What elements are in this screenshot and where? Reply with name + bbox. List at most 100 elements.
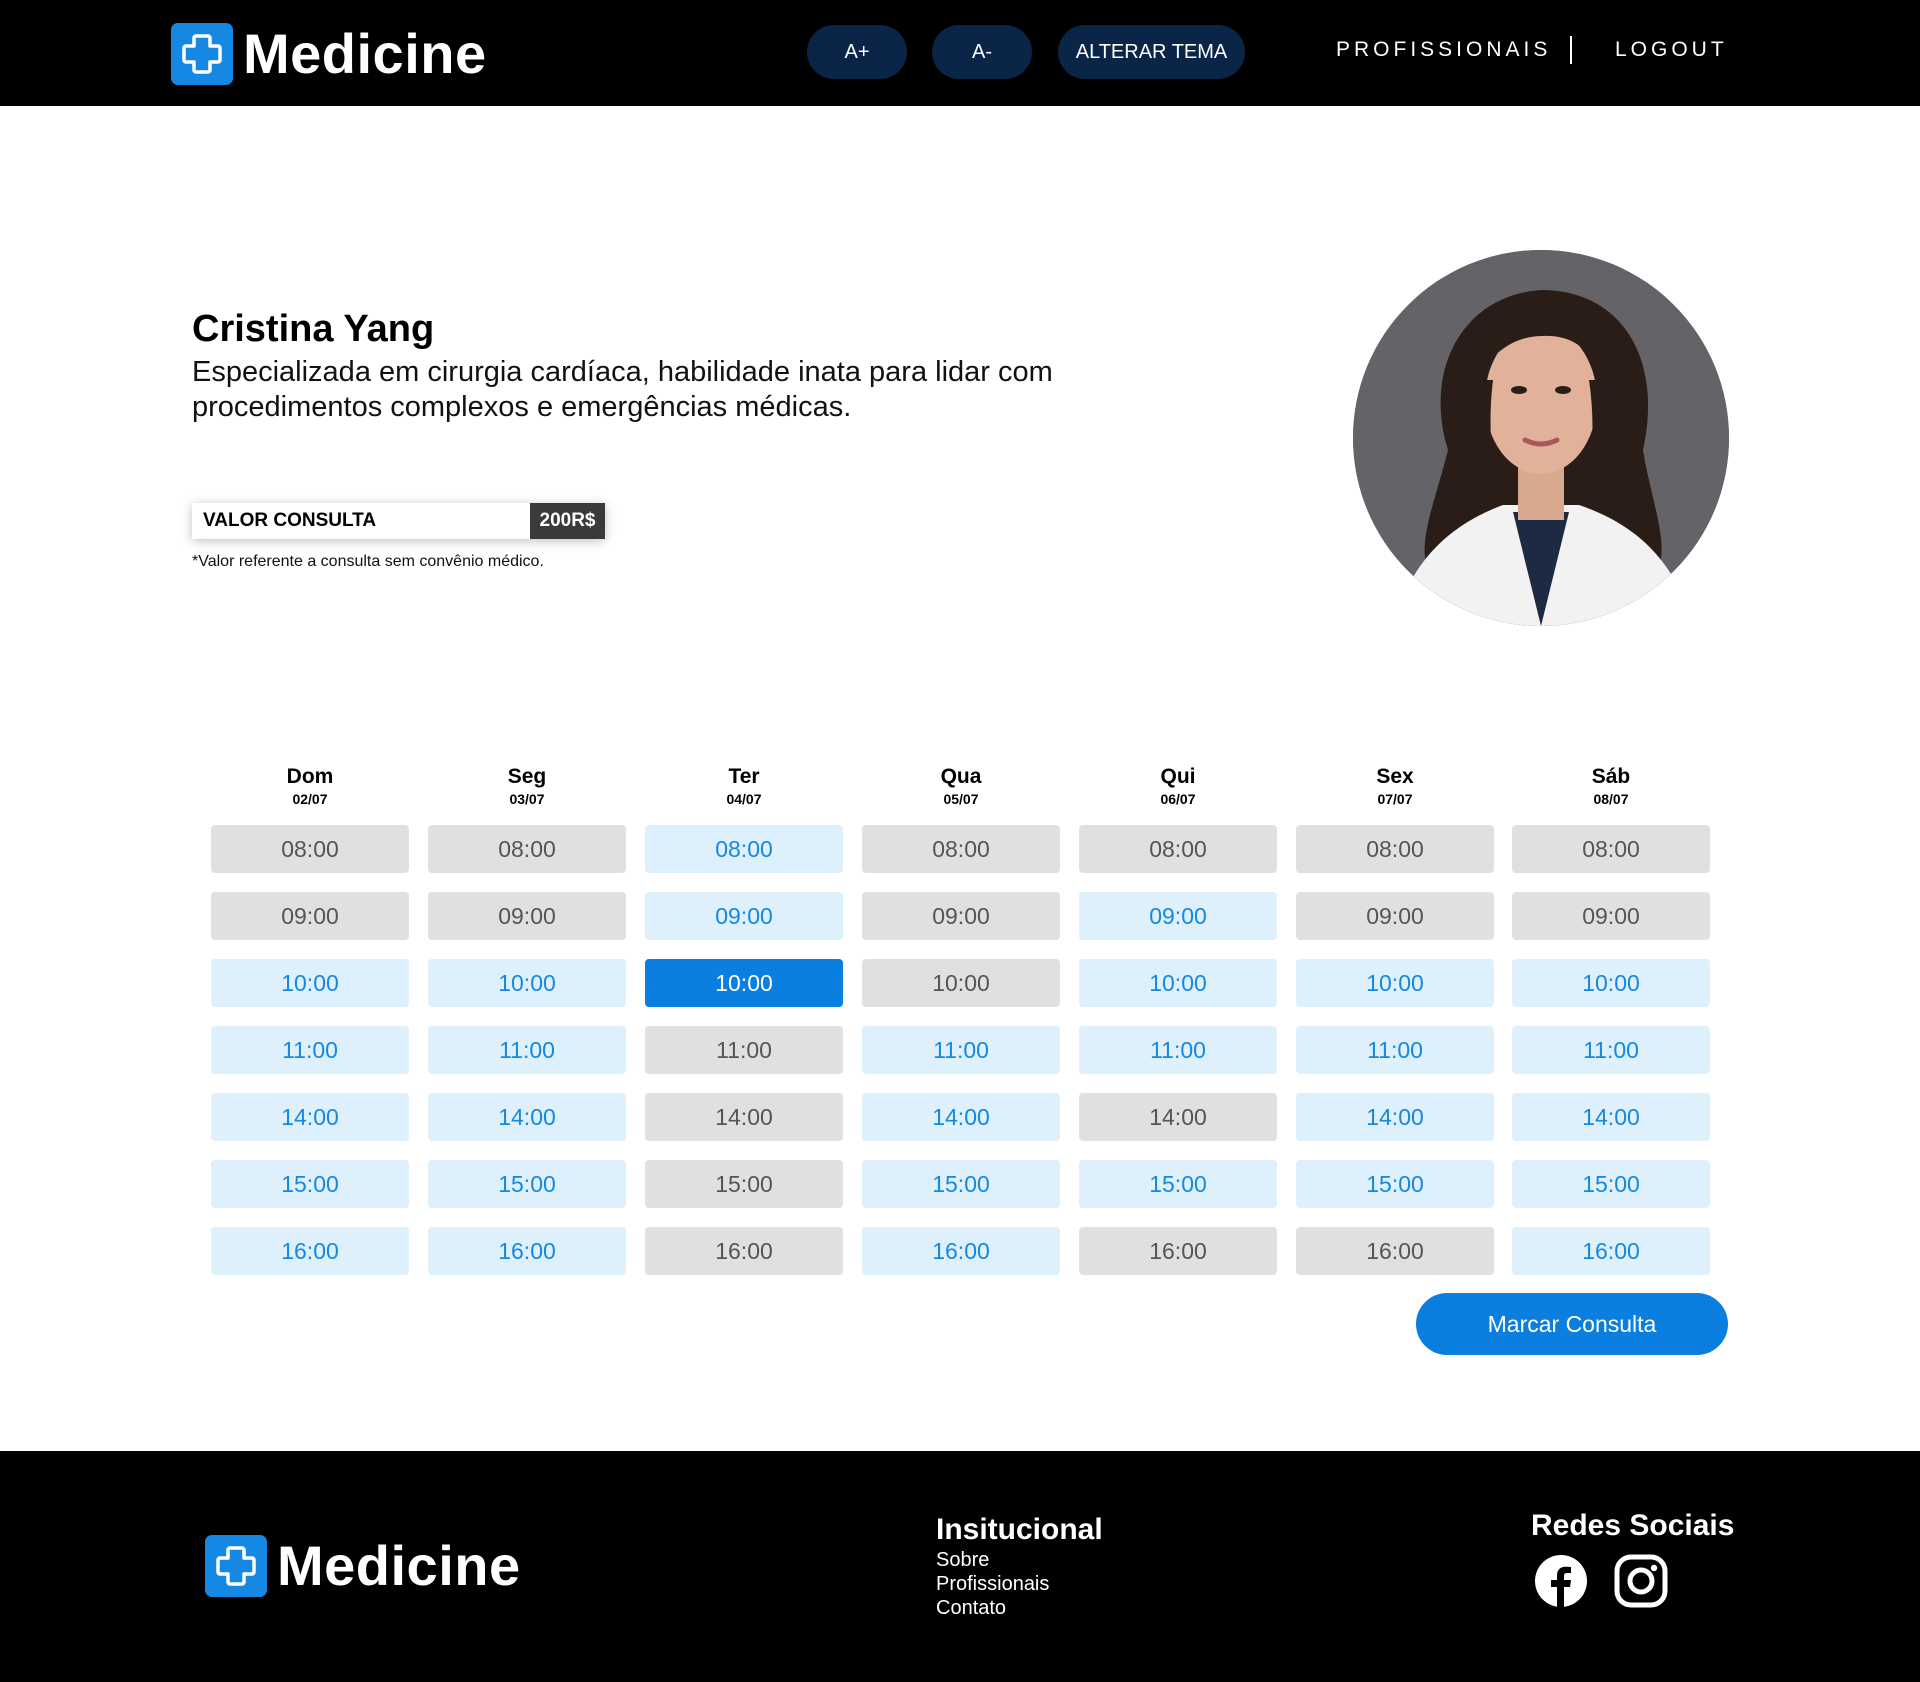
time-slot-free[interactable]: 10:00 [1512,959,1710,1007]
time-slot-free[interactable]: 11:00 [211,1026,409,1074]
time-slot-free[interactable]: 15:00 [1079,1160,1277,1208]
header-logo[interactable]: Medicine [171,21,487,86]
time-slot-free[interactable]: 11:00 [862,1026,1060,1074]
day-name: Dom [286,765,334,788]
day-header: Seg 03/07 [428,765,626,807]
day-header: Dom 02/07 [211,765,409,807]
time-slot-free[interactable]: 14:00 [862,1093,1060,1141]
time-slot-busy: 11:00 [645,1026,843,1074]
instagram-icon[interactable] [1614,1554,1668,1608]
nav-divider [1570,36,1572,64]
day-name: Sex [1376,765,1414,788]
time-slot-free[interactable]: 16:00 [862,1227,1060,1275]
day-date: 06/07 [1160,791,1196,807]
time-slot-free[interactable]: 15:00 [1296,1160,1494,1208]
time-slot-free[interactable]: 11:00 [1512,1026,1710,1074]
medical-cross-icon [171,22,233,85]
footer-institutional-title: Insitucional [936,1513,1103,1546]
day-date: 03/07 [509,791,545,807]
time-slot-free[interactable]: 09:00 [645,892,843,940]
time-slot-busy: 16:00 [645,1227,843,1275]
time-slot-busy: 08:00 [1079,825,1277,873]
time-slot-busy: 14:00 [1079,1093,1277,1141]
time-slot-busy: 15:00 [645,1160,843,1208]
time-slot-free[interactable]: 10:00 [428,959,626,1007]
day-name: Sáb [1591,765,1631,788]
price-value: 200R$ [530,503,605,539]
day-name: Seg [507,765,547,788]
time-slot-free[interactable]: 10:00 [211,959,409,1007]
time-slot-free[interactable]: 15:00 [428,1160,626,1208]
day-date: 07/07 [1377,791,1413,807]
top-header: Medicine A+ A- ALTERAR TEMA PROFISSIONAI… [0,0,1920,106]
footer-link-about[interactable]: Sobre [936,1548,1049,1572]
day-date: 04/07 [726,791,762,807]
time-slot-free[interactable]: 10:00 [1079,959,1277,1007]
doctor-photo [1353,250,1729,626]
time-slot-free[interactable]: 11:00 [1079,1026,1277,1074]
time-slot-free[interactable]: 14:00 [211,1093,409,1141]
time-slot-free[interactable]: 08:00 [645,825,843,873]
time-slot-busy: 08:00 [428,825,626,873]
time-slot-free[interactable]: 16:00 [428,1227,626,1275]
time-slot-free[interactable]: 10:00 [1296,959,1494,1007]
nav-logout-link[interactable]: LOGOUT [1615,38,1728,62]
time-slot-free[interactable]: 11:00 [1296,1026,1494,1074]
price-card: VALOR CONSULTA 200R$ [192,503,605,539]
time-slot-busy: 10:00 [862,959,1060,1007]
font-increase-button[interactable]: A+ [807,25,907,79]
day-header: Qua 05/07 [862,765,1060,807]
time-slot-busy: 16:00 [1296,1227,1494,1275]
book-appointment-button[interactable]: Marcar Consulta [1416,1293,1728,1355]
doctor-description: Especializada em cirurgia cardíaca, habi… [192,356,1053,423]
time-slot-busy: 08:00 [211,825,409,873]
time-slot-busy: 09:00 [428,892,626,940]
time-slot-busy: 09:00 [1296,892,1494,940]
time-slot-free[interactable]: 14:00 [1296,1093,1494,1141]
time-slot-busy: 14:00 [645,1093,843,1141]
time-slot-free[interactable]: 15:00 [1512,1160,1710,1208]
time-slot-free[interactable]: 14:00 [1512,1093,1710,1141]
time-slot-busy: 08:00 [1296,825,1494,873]
font-decrease-button[interactable]: A- [932,25,1032,79]
day-header: Sex 07/07 [1296,765,1494,807]
time-slot-free[interactable]: 16:00 [1512,1227,1710,1275]
brand-name: Medicine [243,22,487,85]
day-name: Qua [940,765,982,788]
footer-social-title: Redes Sociais [1531,1509,1735,1542]
time-slot-busy: 16:00 [1079,1227,1277,1275]
time-slot-free[interactable]: 15:00 [211,1160,409,1208]
time-slot-free[interactable]: 16:00 [211,1227,409,1275]
change-theme-button[interactable]: ALTERAR TEMA [1058,25,1245,79]
day-date: 08/07 [1593,791,1629,807]
medical-cross-icon [205,1534,267,1597]
time-slot-busy: 09:00 [1512,892,1710,940]
footer-links: Sobre Profissionais Contato [936,1548,1049,1620]
day-name: Ter [728,765,760,788]
price-label: VALOR CONSULTA [203,510,377,531]
time-slot-free[interactable]: 09:00 [1079,892,1277,940]
day-header: Ter 04/07 [645,765,843,807]
time-slot-busy: 09:00 [862,892,1060,940]
footer-logo[interactable]: Medicine [205,1533,521,1598]
day-date: 05/07 [943,791,979,807]
time-slot-busy: 08:00 [862,825,1060,873]
day-header: Sáb 08/07 [1512,765,1710,807]
day-name: Qui [1160,765,1196,788]
facebook-icon[interactable] [1534,1554,1588,1608]
time-slot-busy: 09:00 [211,892,409,940]
price-note: *Valor referente a consulta sem convênio… [192,553,544,570]
time-slot-free[interactable]: 11:00 [428,1026,626,1074]
day-header: Qui 06/07 [1079,765,1277,807]
footer-link-professionals[interactable]: Profissionais [936,1572,1049,1596]
footer-link-contact[interactable]: Contato [936,1596,1049,1620]
time-slot-free[interactable]: 14:00 [428,1093,626,1141]
page-footer: Medicine Insitucional Sobre Profissionai… [0,1451,1920,1682]
doctor-name: Cristina Yang [192,308,435,350]
day-date: 02/07 [292,791,328,807]
time-slot-busy: 08:00 [1512,825,1710,873]
time-slot-free[interactable]: 15:00 [862,1160,1060,1208]
time-slot-selected[interactable]: 10:00 [645,959,843,1007]
nav-professionals-link[interactable]: PROFISSIONAIS [1336,38,1551,62]
footer-brand-name: Medicine [277,1534,521,1597]
